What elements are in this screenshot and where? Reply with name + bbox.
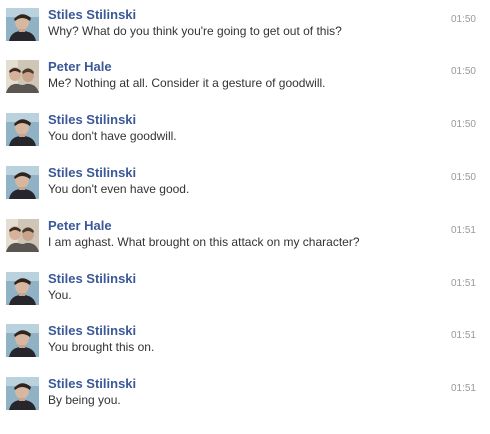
message-text: By being you. — [48, 393, 121, 407]
message-text: You don't have goodwill. — [48, 129, 177, 143]
timestamp: 01:50 — [450, 14, 476, 25]
sender-name[interactable]: Stiles Stilinski — [48, 112, 136, 127]
message-text: I am aghast. What brought on this attack… — [48, 235, 360, 249]
timestamp: 01:50 — [450, 66, 476, 77]
message-item: Peter Hale I am aghast. What brought on … — [0, 215, 490, 265]
message-text: You don't even have good. — [48, 182, 190, 196]
stiles-avatar[interactable] — [6, 377, 39, 410]
timestamp: 01:51 — [450, 278, 476, 289]
message-text: Why? What do you think you're going to g… — [48, 24, 342, 38]
message-item: Stiles Stilinski You don't have goodwill… — [0, 109, 490, 159]
timestamp: 01:51 — [450, 383, 476, 394]
message-text: You. — [48, 288, 72, 302]
message-item: Stiles Stilinski You brought this on. 01… — [0, 320, 490, 370]
stiles-avatar[interactable] — [6, 324, 39, 357]
peter-avatar[interactable] — [6, 60, 39, 93]
stiles-avatar[interactable] — [6, 272, 39, 305]
message-item: Stiles Stilinski By being you. 01:51 — [0, 373, 490, 423]
sender-name[interactable]: Peter Hale — [48, 59, 112, 74]
message-item: Peter Hale Me? Nothing at all. Consider … — [0, 56, 490, 106]
sender-name[interactable]: Stiles Stilinski — [48, 7, 136, 22]
sender-name[interactable]: Stiles Stilinski — [48, 271, 136, 286]
sender-name[interactable]: Peter Hale — [48, 218, 112, 233]
stiles-avatar[interactable] — [6, 166, 39, 199]
timestamp: 01:51 — [450, 225, 476, 236]
timestamp: 01:50 — [450, 172, 476, 183]
timestamp: 01:50 — [450, 119, 476, 130]
message-item: Stiles Stilinski You don't even have goo… — [0, 162, 490, 212]
message-item: Stiles Stilinski Why? What do you think … — [0, 4, 490, 54]
message-text: You brought this on. — [48, 340, 155, 354]
sender-name[interactable]: Stiles Stilinski — [48, 165, 136, 180]
message-item: Stiles Stilinski You. 01:51 — [0, 268, 490, 318]
timestamp: 01:51 — [450, 330, 476, 341]
peter-avatar[interactable] — [6, 219, 39, 252]
message-text: Me? Nothing at all. Consider it a gestur… — [48, 76, 326, 90]
sender-name[interactable]: Stiles Stilinski — [48, 376, 136, 391]
message-thread: Stiles Stilinski Why? What do you think … — [0, 0, 490, 434]
stiles-avatar[interactable] — [6, 113, 39, 146]
stiles-avatar[interactable] — [6, 8, 39, 41]
sender-name[interactable]: Stiles Stilinski — [48, 323, 136, 338]
